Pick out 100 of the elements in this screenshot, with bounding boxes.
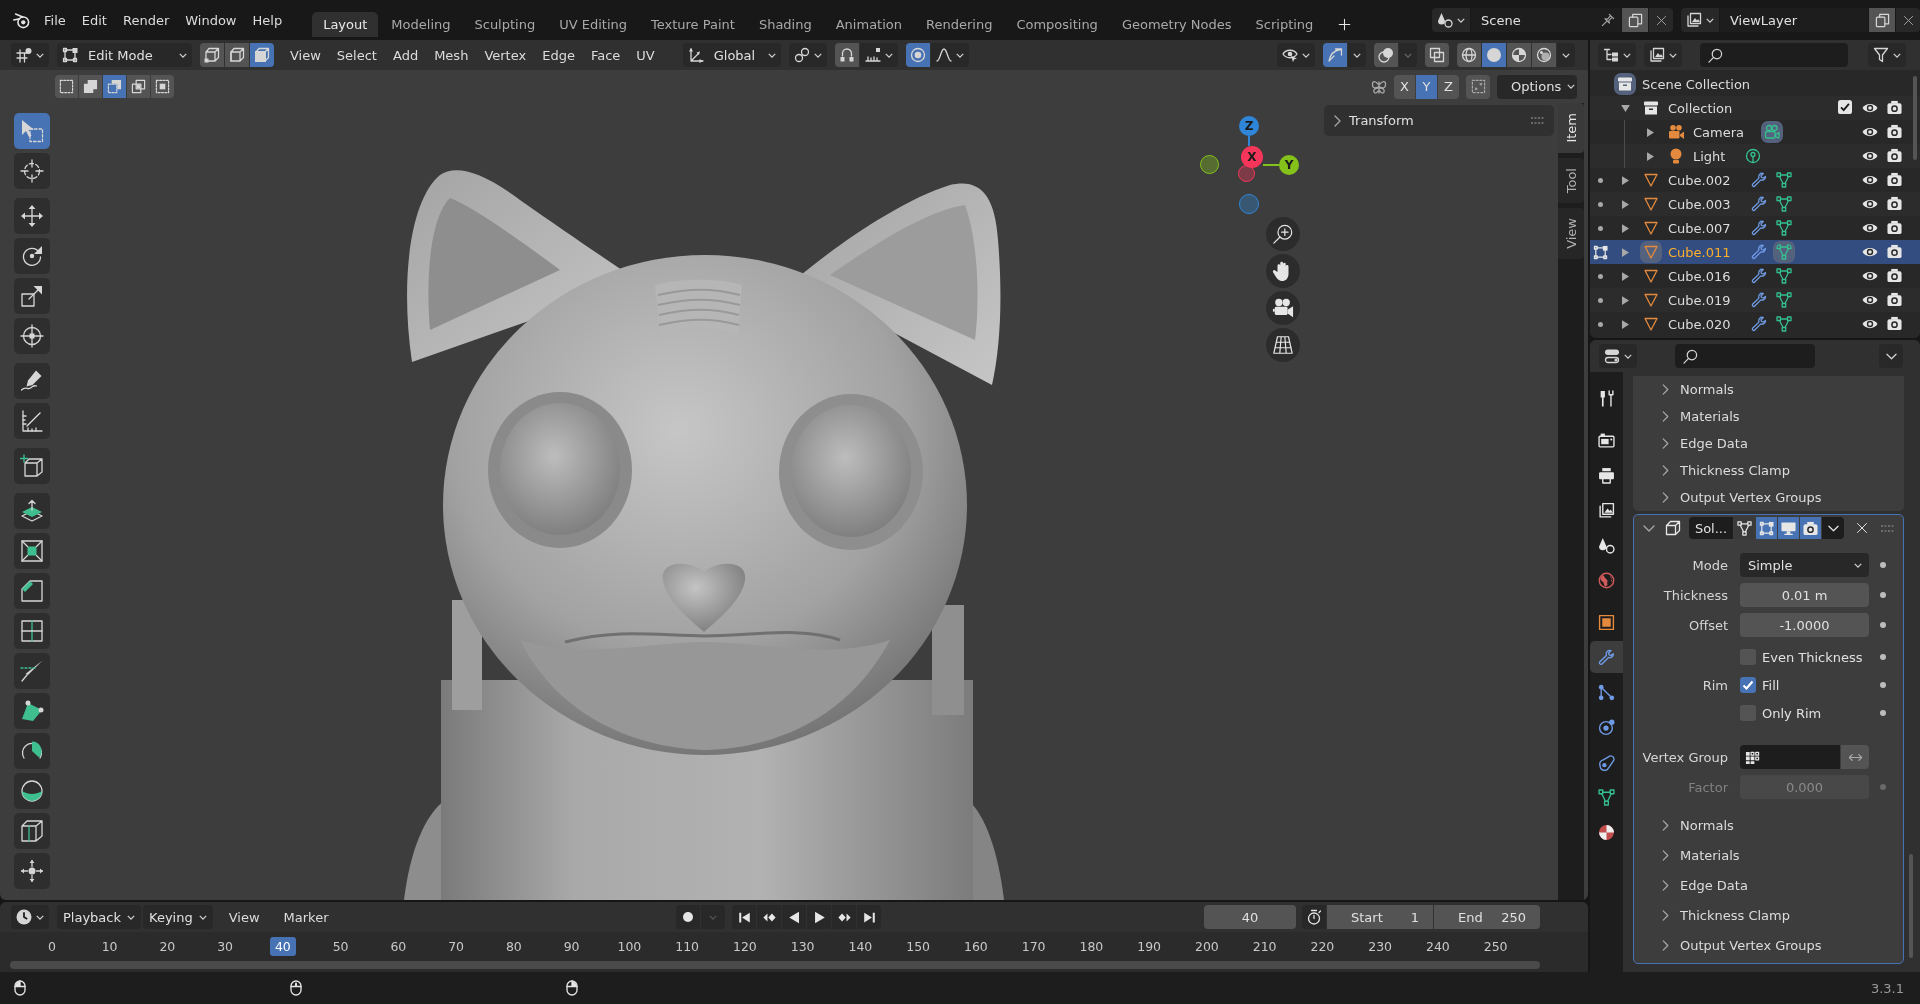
outliner-row[interactable]: Cube.019 xyxy=(1590,288,1920,312)
dot-icon[interactable] xyxy=(1880,784,1886,790)
axis-handle[interactable]: Z xyxy=(1239,116,1259,136)
camera-icon[interactable] xyxy=(1887,148,1902,163)
search-field[interactable] xyxy=(1700,43,1848,67)
workspace-tab[interactable]: Sculpting xyxy=(463,12,547,37)
triangle-right-icon[interactable] xyxy=(1621,319,1629,329)
workspace-tab[interactable]: Texture Paint xyxy=(640,12,746,37)
tool-button[interactable] xyxy=(14,448,50,484)
shading-button[interactable] xyxy=(1507,43,1531,67)
mode-dropdown[interactable]: Edit Mode xyxy=(57,43,192,67)
search-field[interactable] xyxy=(1675,344,1815,368)
grip-icon[interactable] xyxy=(1881,524,1894,532)
subpanel-header[interactable]: Thickness Clamp xyxy=(1633,457,1904,484)
select-box-mode-button[interactable] xyxy=(103,75,126,98)
shading-button[interactable] xyxy=(1457,43,1481,67)
name-field[interactable]: Sol... xyxy=(1689,517,1733,539)
camera-icon[interactable] xyxy=(1887,316,1902,331)
mirror-axis-toggle[interactable]: Z xyxy=(1438,74,1459,99)
triangle-right-icon[interactable] xyxy=(1621,199,1629,209)
tool-button[interactable] xyxy=(14,733,50,769)
pivot-dropdown[interactable] xyxy=(788,43,827,67)
scrollbar[interactable] xyxy=(1909,854,1913,958)
menu-button[interactable]: File xyxy=(36,8,74,32)
subpanel-header[interactable]: Materials xyxy=(1634,840,1903,870)
triangle-right-icon[interactable] xyxy=(1621,247,1629,257)
tool-button[interactable] xyxy=(14,613,50,649)
subpanel-header[interactable]: Thickness Clamp xyxy=(1634,900,1903,930)
toggle-button[interactable] xyxy=(1756,517,1777,539)
tool-button[interactable] xyxy=(14,813,50,849)
tool-button[interactable] xyxy=(14,238,50,274)
view-layer-name-field[interactable]: ViewLayer xyxy=(1720,8,1868,32)
overlays-toggle[interactable] xyxy=(1374,43,1398,67)
subpanel-header[interactable]: Output Vertex Groups xyxy=(1634,930,1903,960)
select-box-mode-button[interactable] xyxy=(55,75,78,98)
select-box-mode-button[interactable] xyxy=(151,75,174,98)
axis-circle-icon[interactable] xyxy=(1239,194,1259,214)
filter-dropdown[interactable] xyxy=(1868,43,1906,67)
mode-dropdown[interactable]: Simple xyxy=(1740,553,1869,577)
tool-button[interactable] xyxy=(14,573,50,609)
camera-view-button[interactable] xyxy=(1266,291,1300,325)
workspace-tab[interactable]: Shading xyxy=(747,12,823,37)
tool-button[interactable] xyxy=(14,278,50,314)
zoom-button[interactable] xyxy=(1266,217,1300,251)
gizmo-dropdown[interactable] xyxy=(1348,43,1366,67)
dot-icon[interactable] xyxy=(1597,321,1603,327)
menu-button[interactable]: Mesh xyxy=(426,43,477,67)
gizmo-toggle[interactable] xyxy=(1323,43,1347,67)
menu-button[interactable]: Vertex xyxy=(476,43,535,67)
toggle-button[interactable] xyxy=(1800,517,1821,539)
playback-button[interactable] xyxy=(732,905,757,929)
mesh-icon[interactable] xyxy=(1775,316,1792,332)
playback-button[interactable] xyxy=(807,905,832,929)
xray-toggle[interactable] xyxy=(1425,43,1449,67)
tool-button[interactable] xyxy=(14,363,50,399)
menu-button[interactable]: Face xyxy=(582,43,629,67)
outliner-row[interactable]: Light xyxy=(1590,144,1920,168)
plus-icon[interactable] xyxy=(1338,18,1352,31)
checkbox-label[interactable]: Only Rim xyxy=(1762,705,1822,721)
invert-button[interactable] xyxy=(1841,745,1869,769)
checkbox-label[interactable]: Even Thickness xyxy=(1762,649,1863,665)
workspace-tab[interactable]: UV Editing xyxy=(548,12,638,37)
tool-button[interactable] xyxy=(14,533,50,569)
tool-button[interactable] xyxy=(14,693,50,729)
menu-button[interactable]: Edge xyxy=(534,43,583,67)
end-frame-field[interactable]: End 250 xyxy=(1434,905,1540,929)
copy-button[interactable] xyxy=(1622,8,1648,32)
wrench-icon[interactable] xyxy=(1750,172,1767,188)
select-box-mode-button[interactable] xyxy=(79,75,102,98)
menu-button[interactable]: Keying xyxy=(143,905,213,929)
select-mode-button[interactable] xyxy=(250,43,274,67)
current-frame-field[interactable]: 40 xyxy=(1204,905,1296,929)
workspace-tab[interactable]: Geometry Nodes xyxy=(1110,12,1243,37)
playback-button[interactable] xyxy=(782,905,807,929)
pin-icon[interactable] xyxy=(1601,13,1615,27)
menu-button[interactable]: Add xyxy=(384,43,427,67)
view-layer-browse-button[interactable] xyxy=(1681,8,1719,32)
grip-icon[interactable] xyxy=(1531,117,1544,124)
triangle-right-icon[interactable] xyxy=(1621,175,1629,185)
axis-handle[interactable]: Y xyxy=(1279,155,1299,175)
subpanel-header[interactable]: Edge Data xyxy=(1633,430,1904,457)
dot-icon[interactable] xyxy=(1880,682,1886,688)
dot-icon[interactable] xyxy=(1597,273,1603,279)
orientation-dropdown[interactable]: Global xyxy=(682,43,781,67)
close-button[interactable] xyxy=(1896,8,1920,32)
snap-toggle[interactable] xyxy=(834,43,859,67)
dot-icon[interactable] xyxy=(1880,622,1886,628)
menu-button[interactable]: Edit xyxy=(73,8,115,32)
sidebar-tab[interactable]: View xyxy=(1558,207,1584,259)
shading-button[interactable] xyxy=(1532,43,1556,67)
workspace-tab[interactable]: Rendering xyxy=(915,12,1004,37)
checkbox-label[interactable]: Fill xyxy=(1762,677,1780,693)
select-mode-button[interactable] xyxy=(200,43,224,67)
camera-icon[interactable] xyxy=(1887,100,1902,115)
editor-type-button[interactable] xyxy=(11,905,49,929)
mesh-icon[interactable] xyxy=(1775,268,1792,284)
scene-browse-button[interactable] xyxy=(1432,8,1470,32)
select-box-mode-button[interactable] xyxy=(127,75,150,98)
vertex-group-field[interactable] xyxy=(1740,745,1840,769)
camera-icon[interactable] xyxy=(1887,244,1902,259)
